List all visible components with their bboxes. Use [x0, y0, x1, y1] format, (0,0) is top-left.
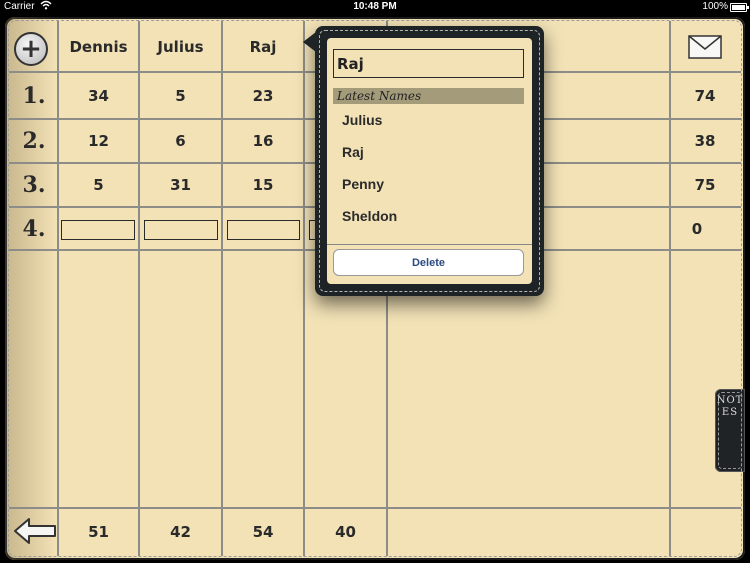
row-number: 2.: [22, 128, 46, 154]
player-name-input[interactable]: [333, 49, 524, 78]
score-entry-field[interactable]: [61, 220, 135, 240]
row-total: 38: [694, 132, 716, 150]
row-number: 4.: [22, 215, 46, 242]
notes-tab-label: NOTES: [716, 395, 744, 418]
score-cell[interactable]: 5: [140, 73, 221, 118]
score-cell[interactable]: 12: [59, 120, 138, 162]
score-cell[interactable]: 6: [140, 120, 221, 162]
row-number: 1.: [22, 82, 46, 109]
row-total: 74: [694, 86, 716, 105]
score-cell[interactable]: 16: [223, 120, 303, 162]
score-cell[interactable]: 15: [223, 164, 303, 206]
row-total: 75: [694, 176, 716, 194]
back-arrow-icon[interactable]: [11, 515, 59, 547]
player-name-header[interactable]: Julius: [140, 23, 221, 71]
column-total: 40: [335, 523, 356, 541]
name-list-item[interactable]: Raj: [342, 144, 364, 160]
score-cell[interactable]: 23: [223, 73, 303, 118]
battery-percent: 100%: [702, 1, 728, 12]
name-list-item[interactable]: Sheldon: [342, 208, 397, 224]
status-time: 10:48 PM: [353, 1, 397, 12]
notes-tab[interactable]: NOTES: [715, 389, 745, 472]
score-cell[interactable]: 34: [59, 73, 138, 118]
player-name-header[interactable]: Raj: [223, 23, 303, 71]
name-picker-popover: Latest Names Julius Raj Penny Sheldon De…: [303, 26, 544, 296]
player-name-header[interactable]: Dennis: [59, 23, 138, 71]
status-bar: Carrier 10:48 PM 100%: [0, 0, 750, 14]
column-total: 51: [88, 523, 109, 541]
popover-content: Latest Names Julius Raj Penny Sheldon De…: [327, 38, 532, 284]
popover-arrow: [303, 32, 316, 52]
score-cell[interactable]: 5: [59, 164, 138, 206]
score-cell[interactable]: 31: [140, 164, 221, 206]
latest-names-header: Latest Names: [333, 88, 524, 104]
popover-divider: [327, 244, 532, 245]
column-total: 54: [252, 523, 274, 541]
name-list-item[interactable]: Julius: [342, 112, 382, 128]
grid-line: [303, 21, 305, 556]
row-total: 0: [691, 219, 703, 238]
add-player-button[interactable]: +: [14, 32, 48, 66]
score-entry-field[interactable]: [227, 220, 300, 240]
battery-icon: [730, 3, 749, 12]
name-list-item[interactable]: Penny: [342, 176, 384, 192]
score-entry-field[interactable]: [144, 220, 218, 240]
mail-icon[interactable]: [688, 34, 722, 60]
delete-button[interactable]: Delete: [333, 249, 524, 276]
row-number: 3.: [22, 172, 46, 198]
column-total: 42: [170, 523, 191, 541]
plus-circle-icon: +: [20, 34, 42, 64]
